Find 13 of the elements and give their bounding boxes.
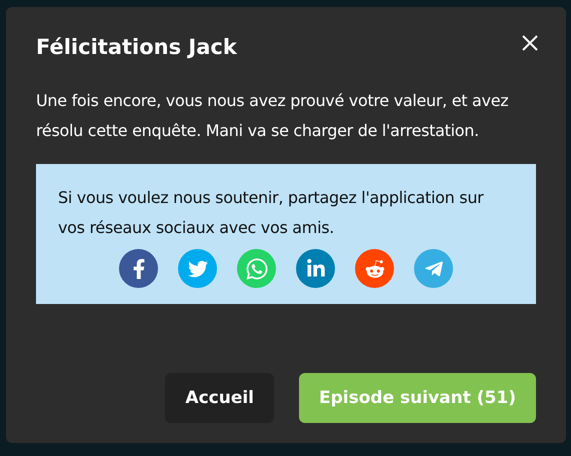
- share-text: Si vous voulez nous soutenir, partagez l'application sur vos réseaux sociaux avec vos amis.: [58, 187, 485, 239]
- close-icon: [522, 35, 538, 51]
- dialog-message: Une fois encore, vous nous avez prouvé votre valeur, et avez résolu cette enquête. Mani va se charger de l'arrestation.: [36, 90, 510, 142]
- bird-icon: [188, 258, 208, 278]
- paper-plane-icon: [424, 258, 444, 278]
- share-button[interactable]: [119, 249, 158, 288]
- linkedin-icon: [306, 258, 326, 278]
- share-button[interactable]: [355, 249, 394, 288]
- phone-bubble-icon: [244, 256, 268, 280]
- dialog-title: Félicitations Jack: [36, 34, 237, 61]
- share-button[interactable]: [296, 249, 335, 288]
- home-button[interactable]: Accueil: [165, 373, 274, 423]
- alien-icon: [364, 258, 384, 278]
